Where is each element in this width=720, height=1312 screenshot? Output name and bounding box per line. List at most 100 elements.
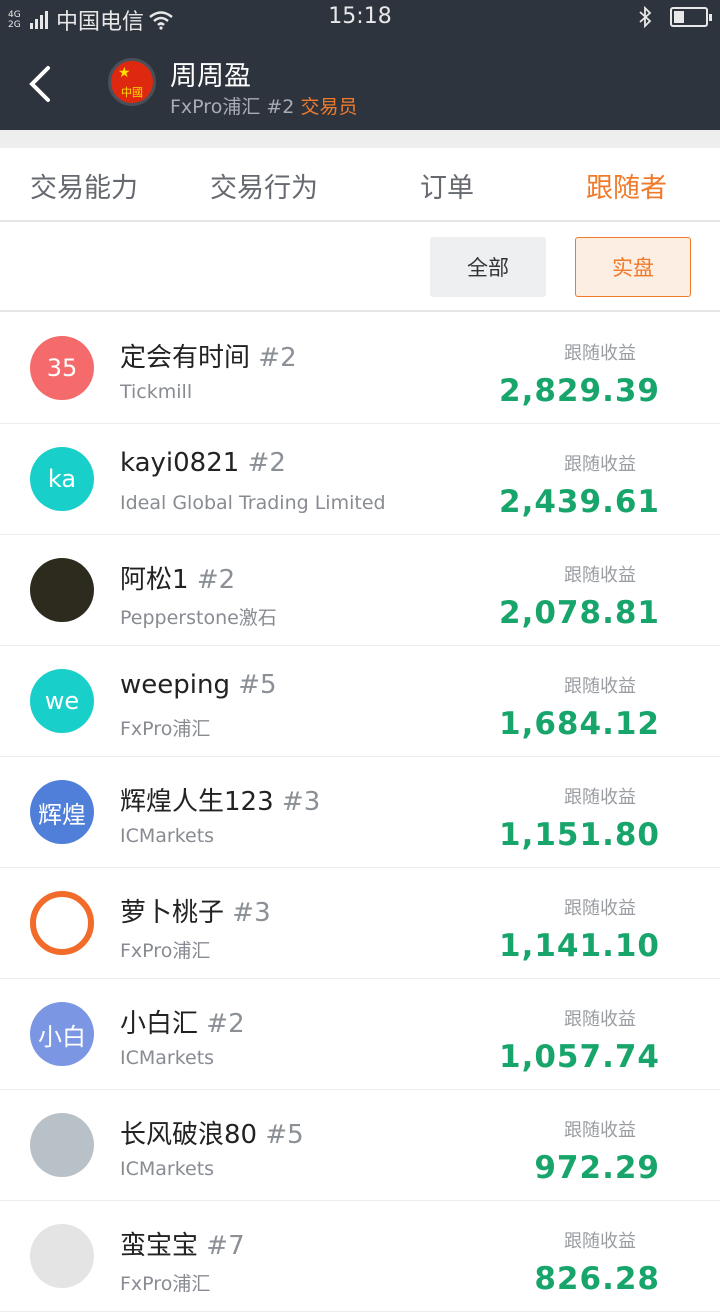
- avatar: [30, 1113, 94, 1177]
- profit-label: 跟随收益: [564, 1120, 636, 1141]
- follower-rank: #2: [206, 1009, 245, 1039]
- avatar: [30, 558, 94, 622]
- trader-role: 交易员: [300, 96, 358, 118]
- follower-name-text: 定会有时间: [120, 343, 251, 373]
- follower-name: 定会有时间 #2: [120, 337, 297, 374]
- section-divider: [0, 130, 720, 148]
- avatar: 35: [30, 336, 94, 400]
- trader-rank: #2: [266, 96, 295, 118]
- follower-name-text: 长风破浪80: [120, 1120, 258, 1150]
- list-item[interactable]: 小白 小白汇 #2 ICMarkets 跟随收益 1,057.74: [0, 979, 720, 1090]
- profit-label: 跟随收益: [564, 565, 636, 586]
- flag-avatar: ★ 中國: [108, 58, 156, 106]
- profit-value: 826.28: [534, 1261, 660, 1297]
- avatar-text: 35: [46, 354, 78, 382]
- follower-name-text: 蛮宝宝: [120, 1231, 199, 1261]
- profit-value: 972.29: [534, 1150, 660, 1186]
- profit-label: 跟随收益: [564, 1231, 636, 1252]
- follower-name: 辉煌人生123 #3: [120, 781, 320, 818]
- trader-header: ★ 中國 周周盈 FxPro浦汇 #2 交易员: [0, 36, 720, 130]
- battery-icon: [670, 7, 712, 27]
- profit-label: 跟随收益: [564, 1009, 636, 1030]
- follower-name: 小白汇 #2: [120, 1003, 245, 1040]
- follower-broker: Tickmill: [120, 381, 193, 403]
- follower-rank: #2: [247, 448, 286, 478]
- profit-label: 跟随收益: [564, 676, 636, 697]
- profit-value: 1,684.12: [499, 706, 660, 742]
- profit-label: 跟随收益: [564, 454, 636, 475]
- follower-name-text: 辉煌人生123: [120, 787, 274, 817]
- profit-value: 1,141.10: [499, 928, 660, 964]
- list-item[interactable]: 长风破浪80 #5 ICMarkets 跟随收益 972.29: [0, 1090, 720, 1201]
- filter-real-button[interactable]: 实盘: [575, 237, 691, 297]
- avatar: 辉煌: [30, 780, 94, 844]
- avatar-text: we: [44, 687, 80, 715]
- trader-name: 周周盈: [170, 61, 251, 92]
- follower-name: 长风破浪80 #5: [120, 1114, 304, 1151]
- list-item[interactable]: 辉煌 辉煌人生123 #3 ICMarkets 跟随收益 1,151.80: [0, 757, 720, 868]
- follower-rank: #5: [265, 1120, 304, 1150]
- follower-name-text: kayi0821: [120, 448, 240, 478]
- profit-label: 跟随收益: [564, 898, 636, 919]
- follower-rank: #3: [232, 898, 271, 928]
- star-icon: ★: [118, 65, 131, 81]
- follower-rank: #2: [196, 565, 236, 595]
- list-item[interactable]: ka kayi0821 #2 Ideal Global Trading Limi…: [0, 424, 720, 535]
- follower-name: kayi0821 #2: [120, 448, 286, 478]
- follower-broker: ICMarkets: [120, 1158, 215, 1180]
- filter-bar: 全部 实盘: [0, 222, 720, 312]
- follower-name-text: 萝卜桃子: [120, 898, 225, 928]
- follower-broker: ICMarkets: [120, 1047, 215, 1069]
- list-item[interactable]: 35 定会有时间 #2 Tickmill 跟随收益 2,829.39: [0, 313, 720, 424]
- follower-name: weeping #5: [120, 670, 277, 700]
- profit-value: 2,439.61: [499, 484, 660, 520]
- profit-value: 1,057.74: [499, 1039, 660, 1075]
- follower-name-text: 小白汇: [120, 1009, 199, 1039]
- avatar: ka: [30, 447, 94, 511]
- avatar: [30, 1224, 94, 1288]
- tab-bar: 交易能力 交易行为 订单 跟随者: [0, 148, 720, 222]
- list-item[interactable]: 阿松1 #2 Pepperstone激石 跟随收益 2,078.81: [0, 535, 720, 646]
- follower-name-text: weeping: [120, 670, 230, 700]
- follower-broker: Ideal Global Trading Limited: [120, 492, 386, 514]
- list-item[interactable]: we weeping #5 FxPro浦汇 跟随收益 1,684.12: [0, 646, 720, 757]
- follower-rank: #3: [281, 787, 321, 817]
- follower-rank: #5: [238, 670, 277, 700]
- follower-name: 萝卜桃子 #3: [120, 892, 271, 929]
- avatar: 小白: [30, 1002, 94, 1066]
- follower-rank: #2: [258, 343, 297, 373]
- follower-rank: #7: [206, 1231, 245, 1261]
- bluetooth-icon: [639, 6, 652, 28]
- tab-trading-behavior[interactable]: 交易行为: [210, 166, 318, 205]
- trader-subtitle: FxPro浦汇 #2 交易员: [170, 92, 357, 119]
- clock: 15:18: [328, 4, 392, 29]
- list-item[interactable]: 蛮宝宝 #7 FxPro浦汇 跟随收益 826.28: [0, 1201, 720, 1312]
- profit-label: 跟随收益: [564, 787, 636, 808]
- follower-name: 蛮宝宝 #7: [120, 1225, 245, 1262]
- profit-value: 2,078.81: [499, 595, 660, 631]
- tab-followers[interactable]: 跟随者: [586, 166, 667, 205]
- avatar: we: [30, 669, 94, 733]
- tab-orders[interactable]: 订单: [420, 166, 474, 205]
- filter-all-button[interactable]: 全部: [430, 237, 546, 297]
- follower-name: 阿松1 #2: [120, 559, 235, 596]
- follower-broker: FxPro浦汇: [120, 1273, 211, 1295]
- avatar-text: ka: [47, 465, 77, 493]
- avatar-text: 辉煌: [38, 800, 86, 829]
- tab-trading-ability[interactable]: 交易能力: [30, 166, 138, 205]
- status-bar: 4G 2G 中国电信 15:18: [0, 0, 720, 36]
- profit-label: 跟随收益: [564, 343, 636, 364]
- avatar-text: 小白: [38, 1022, 86, 1051]
- follower-broker: Pepperstone激石: [120, 607, 277, 629]
- follower-list: 35 定会有时间 #2 Tickmill 跟随收益 2,829.39 ka ka…: [0, 313, 720, 1312]
- follower-broker: FxPro浦汇: [120, 718, 211, 740]
- follower-name-text: 阿松1: [120, 565, 189, 595]
- flag-text: 中國: [121, 86, 143, 99]
- back-button[interactable]: [26, 64, 56, 104]
- profit-value: 1,151.80: [499, 817, 660, 853]
- list-item[interactable]: 萝卜桃子 #3 FxPro浦汇 跟随收益 1,141.10: [0, 868, 720, 979]
- follower-broker: FxPro浦汇: [120, 940, 211, 962]
- trader-broker: FxPro浦汇: [170, 96, 261, 118]
- avatar: [30, 891, 94, 955]
- follower-broker: ICMarkets: [120, 825, 215, 847]
